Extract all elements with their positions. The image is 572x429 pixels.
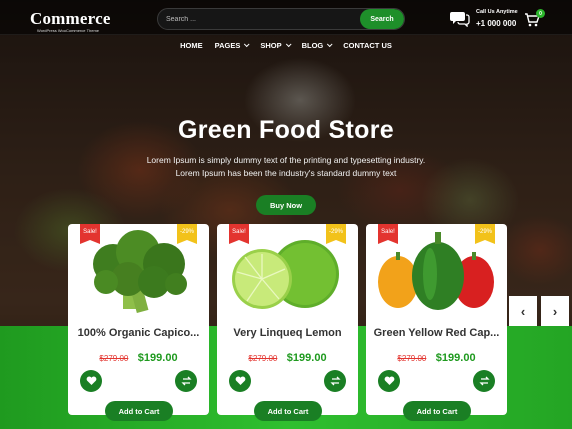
hero-desc-line: Lorem Ipsum has been the industry's stan…	[175, 168, 397, 178]
search-button[interactable]: Search	[360, 9, 404, 29]
hero-desc-line: Lorem Ipsum is simply dummy text of the …	[146, 155, 426, 165]
compare-icon	[329, 376, 341, 386]
wishlist-button[interactable]	[80, 370, 102, 392]
nav-item-home[interactable]: HOME	[180, 41, 203, 50]
nav-item-contact[interactable]: CONTACT US	[343, 41, 392, 50]
product-card[interactable]: Sale! -29% Very Linqueq Lemon $279.00 $1…	[217, 224, 358, 421]
chat-icon	[450, 12, 470, 27]
heart-icon	[384, 376, 394, 385]
product-price: $279.00 $199.00	[68, 348, 209, 366]
new-price: $199.00	[137, 352, 178, 364]
add-to-cart-button[interactable]: Add to Cart	[254, 401, 322, 421]
search-input[interactable]	[158, 9, 358, 29]
product-card[interactable]: Sale! -29% 100% Organic Capico... $279.0…	[68, 224, 209, 421]
site-logo[interactable]: Commerce WordPress WooCommerce Theme	[30, 9, 111, 33]
add-to-cart-button[interactable]: Add to Cart	[105, 401, 173, 421]
product-card[interactable]: Sale! -29% Green Yellow Red Cap... $279.…	[366, 224, 507, 421]
wishlist-button[interactable]	[378, 370, 400, 392]
compare-icon	[478, 376, 490, 386]
product-title[interactable]: Very Linqueq Lemon	[217, 327, 358, 339]
chevron-down-icon	[244, 41, 250, 48]
logo-tagline: WordPress WooCommerce Theme	[37, 28, 100, 33]
hero-title: Green Food Store	[178, 116, 394, 144]
heart-icon	[86, 376, 96, 385]
nav-label: PAGES	[214, 40, 241, 50]
nav-label: BLOG	[301, 40, 324, 50]
contact-label: Call Us Anytime	[476, 9, 518, 15]
wishlist-button[interactable]	[229, 370, 251, 392]
nav-item-blog[interactable]: BLOG	[301, 40, 333, 50]
product-title[interactable]: Green Yellow Red Cap...	[366, 327, 507, 339]
product-price: $279.00 $199.00	[366, 348, 507, 366]
nav-label: HOME	[180, 40, 203, 50]
nav-item-shop[interactable]: SHOP	[260, 40, 292, 50]
old-price: $279.00	[99, 354, 129, 363]
compare-button[interactable]	[175, 370, 197, 392]
contact-phone[interactable]: +1 000 000	[476, 19, 516, 28]
hero-description: Lorem Ipsum is simply dummy text of the …	[0, 154, 572, 180]
new-price: $199.00	[435, 352, 476, 364]
search-bar: Search	[157, 8, 405, 30]
chevron-down-icon	[285, 41, 292, 48]
compare-button[interactable]	[324, 370, 346, 392]
nav-item-pages[interactable]: PAGES	[214, 40, 250, 50]
product-title[interactable]: 100% Organic Capico...	[68, 327, 209, 339]
compare-button[interactable]	[473, 370, 495, 392]
old-price: $279.00	[248, 354, 278, 363]
slider-prev-button[interactable]: ‹	[509, 296, 537, 326]
nav-label: CONTACT US	[343, 40, 392, 50]
buy-now-button[interactable]: Buy Now	[256, 195, 316, 215]
logo-text: Commerce	[30, 9, 111, 28]
add-to-cart-button[interactable]: Add to Cart	[403, 401, 471, 421]
nav-label: SHOP	[260, 40, 282, 50]
cart-count-badge: 0	[536, 9, 545, 18]
heart-icon	[235, 376, 245, 385]
old-price: $279.00	[397, 354, 427, 363]
compare-icon	[180, 376, 192, 386]
main-nav: HOME PAGES SHOP BLOG CONTACT US	[0, 35, 572, 55]
chevron-down-icon	[327, 41, 333, 48]
slider-next-button[interactable]: ›	[541, 296, 569, 326]
product-price: $279.00 $199.00	[217, 348, 358, 366]
new-price: $199.00	[286, 352, 327, 364]
